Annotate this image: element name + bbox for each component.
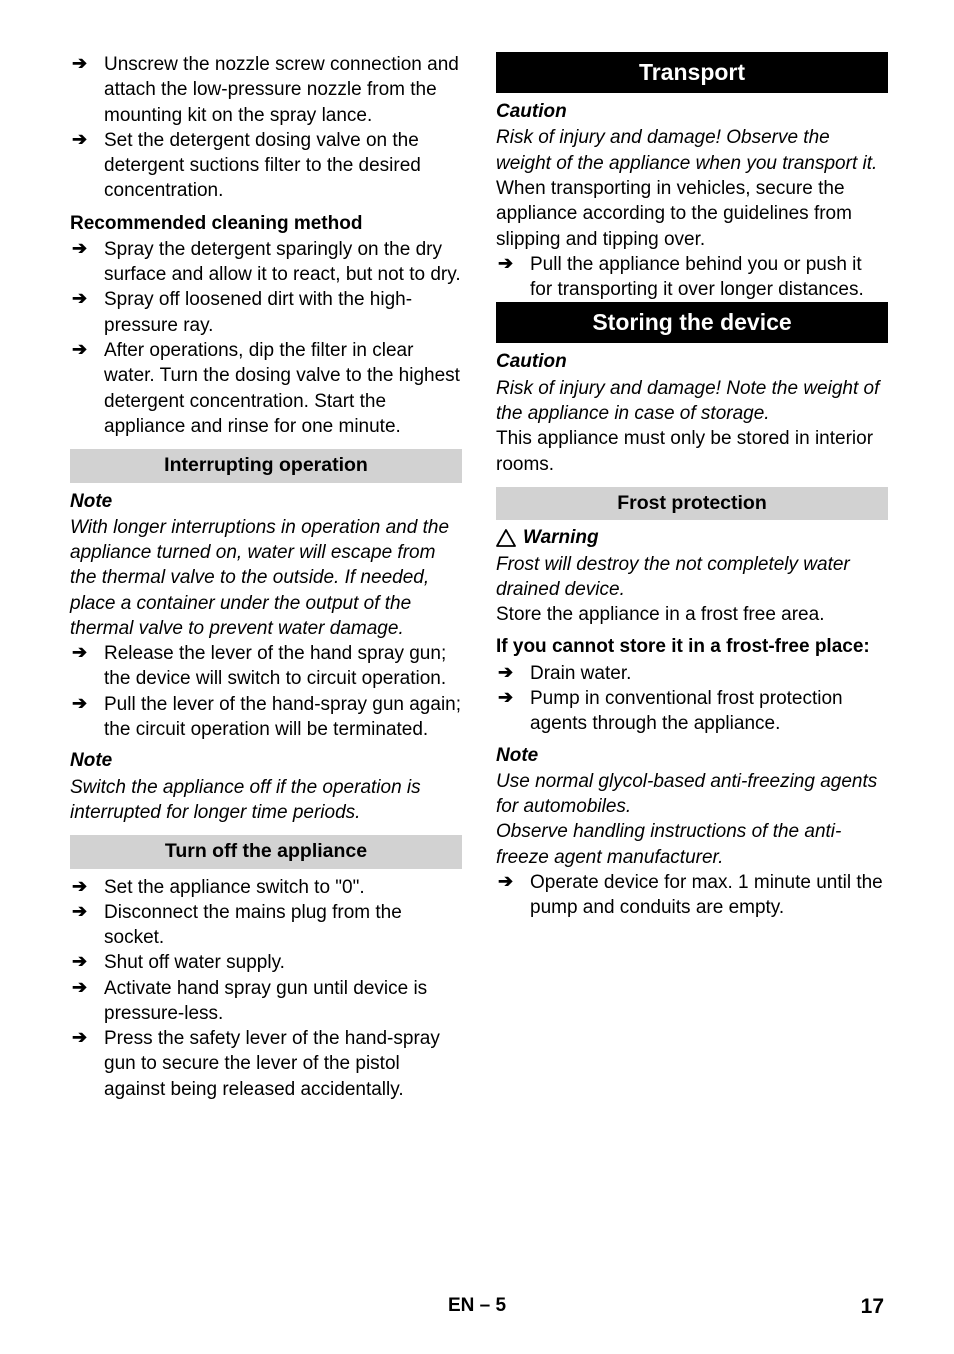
list-item: ➔ Unscrew the nozzle screw connection an… bbox=[70, 52, 462, 128]
arrow-bullet-icon: ➔ bbox=[72, 692, 88, 713]
list-item: ➔ Spray off loosened dirt with the high-… bbox=[70, 287, 462, 338]
list-item: ➔ Press the safety lever of the hand-spr… bbox=[70, 1026, 462, 1102]
list-item-text: Drain water. bbox=[530, 662, 632, 684]
arrow-bullet-icon: ➔ bbox=[72, 1027, 88, 1048]
arrow-bullet-icon: ➔ bbox=[72, 128, 88, 149]
section-header-frost-protection: Frost protection bbox=[496, 486, 888, 521]
section-header-turn-off-appliance: Turn off the appliance bbox=[70, 835, 462, 869]
arrow-bullet-icon: ➔ bbox=[72, 642, 88, 663]
storing-body-text: This appliance must only be stored in in… bbox=[496, 428, 874, 475]
list-item-text: After operations, dip the filter in clea… bbox=[104, 339, 460, 437]
list-item: ➔ Drain water. bbox=[496, 661, 888, 686]
list-item: ➔ Release the lever of the hand spray gu… bbox=[70, 641, 462, 692]
footer-language-page: EN – 5 bbox=[447, 1295, 507, 1316]
note-text: With longer interruptions in operation a… bbox=[70, 516, 450, 639]
list-item-text: Pull the appliance behind you or push it… bbox=[530, 253, 864, 301]
list-item: ➔ Spray the detergent sparingly on the d… bbox=[70, 237, 462, 288]
frost-subheading: If you cannot store it in a frost-free p… bbox=[496, 636, 870, 658]
list-item-text: Pull the lever of the hand-spray gun aga… bbox=[104, 693, 462, 740]
list-item-text: Unscrew the nozzle screw connection and … bbox=[104, 54, 459, 126]
list-item-text: Release the lever of the hand spray gun;… bbox=[104, 643, 447, 690]
left-column: ➔ Unscrew the nozzle screw connection an… bbox=[70, 52, 462, 1102]
list-item-text: Pump in conventional frost protection ag… bbox=[530, 687, 843, 735]
note-text: Observe handling instructions of the ant… bbox=[496, 821, 842, 868]
warning-text: Frost will destroy the not completely wa… bbox=[496, 553, 850, 600]
list-item: ➔ Activate hand spray gun until device i… bbox=[70, 976, 462, 1027]
arrow-bullet-icon: ➔ bbox=[72, 976, 88, 997]
list-item: ➔ After operations, dip the filter in cl… bbox=[70, 338, 462, 439]
arrow-bullet-icon: ➔ bbox=[72, 237, 88, 258]
arrow-bullet-icon: ➔ bbox=[498, 686, 514, 707]
arrow-bullet-icon: ➔ bbox=[72, 338, 88, 359]
caution-text: Risk of injury and damage! Observe the w… bbox=[496, 127, 878, 174]
caution-text: Risk of injury and damage! Note the weig… bbox=[496, 377, 880, 425]
list-item-text: Shut off water supply. bbox=[104, 952, 285, 974]
recommended-cleaning-heading: Recommended cleaning method bbox=[70, 212, 363, 234]
arrow-bullet-icon: ➔ bbox=[72, 53, 88, 73]
arrow-bullet-icon: ➔ bbox=[72, 875, 88, 896]
list-item-text: Disconnect the mains plug from the socke… bbox=[104, 901, 402, 949]
list-item-text: Set the detergent dosing valve on the de… bbox=[104, 129, 421, 202]
page-footer: EN – 5 17 bbox=[0, 1295, 954, 1335]
list-item: ➔ Shut off water supply. bbox=[70, 950, 462, 975]
note-label: Note bbox=[70, 750, 113, 772]
arrow-bullet-icon: ➔ bbox=[72, 951, 88, 972]
page-number: 17 bbox=[860, 1295, 884, 1318]
list-item: ➔ Operate device for max. 1 minute until… bbox=[496, 870, 888, 921]
manual-page: ➔ Unscrew the nozzle screw connection an… bbox=[0, 0, 954, 1354]
section-header-interrupting-operation: Interrupting operation bbox=[70, 449, 462, 483]
note-text: Switch the appliance off if the operatio… bbox=[70, 776, 421, 823]
list-item-text: Spray the detergent sparingly on the dry… bbox=[104, 238, 461, 286]
section-header-storing-the-device: Storing the device bbox=[496, 302, 888, 344]
list-item-text: Press the safety lever of the hand-spray… bbox=[104, 1028, 440, 1100]
arrow-bullet-icon: ➔ bbox=[498, 870, 514, 891]
warning-label: Warning bbox=[523, 527, 599, 549]
note-label: Note bbox=[70, 490, 113, 512]
frost-body-text: Store the appliance in a frost free area… bbox=[496, 604, 825, 626]
list-item-text: Operate device for max. 1 minute until t… bbox=[530, 871, 883, 919]
list-item: ➔ Pull the appliance behind you or push … bbox=[496, 252, 888, 303]
transport-body-text: When transporting in vehicles, secure th… bbox=[496, 177, 852, 250]
right-column: Transport Caution Risk of injury and dam… bbox=[496, 52, 888, 920]
list-item-text: Activate hand spray gun until device is … bbox=[104, 977, 428, 1024]
note-text: Use normal glycol-based anti-freezing ag… bbox=[496, 770, 878, 818]
arrow-bullet-icon: ➔ bbox=[498, 252, 514, 273]
arrow-bullet-icon: ➔ bbox=[498, 661, 514, 682]
list-item-text: Set the appliance switch to "0". bbox=[104, 876, 365, 898]
list-item-text: Spray off loosened dirt with the high-pr… bbox=[104, 289, 413, 336]
note-label: Note bbox=[496, 744, 539, 766]
list-item: ➔ Pull the lever of the hand-spray gun a… bbox=[70, 692, 462, 743]
list-item: ➔ Disconnect the mains plug from the soc… bbox=[70, 900, 462, 951]
section-header-transport: Transport bbox=[496, 52, 888, 94]
arrow-bullet-icon: ➔ bbox=[72, 288, 88, 309]
list-item: ➔ Set the detergent dosing valve on the … bbox=[70, 128, 462, 204]
warning-triangle-icon bbox=[496, 529, 516, 548]
warning-heading: Warning bbox=[496, 526, 888, 550]
caution-label: Caution bbox=[496, 101, 567, 123]
arrow-bullet-icon: ➔ bbox=[72, 900, 88, 921]
list-item: ➔ Pump in conventional frost protection … bbox=[496, 686, 888, 737]
list-item: ➔ Set the appliance switch to "0". bbox=[70, 875, 462, 900]
caution-label: Caution bbox=[496, 351, 567, 373]
